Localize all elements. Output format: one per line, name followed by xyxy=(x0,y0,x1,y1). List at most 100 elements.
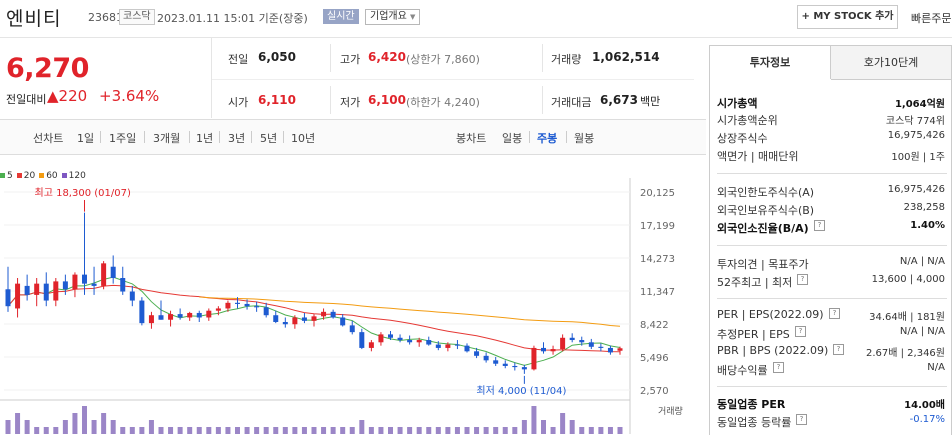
realtime-button[interactable]: 실시간 xyxy=(323,9,359,24)
candle-body xyxy=(454,344,460,346)
period-1w[interactable]: 1주일 xyxy=(109,130,136,146)
volume-bar xyxy=(579,427,585,434)
period-3m[interactable]: 3개월 xyxy=(153,130,180,146)
volume-bar xyxy=(263,427,269,434)
tab-invest-info[interactable]: 투자정보 xyxy=(710,46,831,79)
divider xyxy=(144,131,145,143)
open-label: 시가 xyxy=(228,96,249,109)
volume-bar xyxy=(110,420,116,434)
candle-body xyxy=(43,283,49,301)
volume-bar xyxy=(148,420,154,434)
candle-body xyxy=(378,334,384,343)
candle-daily[interactable]: 일봉 xyxy=(502,130,522,146)
help-icon[interactable]: ? xyxy=(814,220,825,231)
info-key: 상장주식수 xyxy=(717,132,768,145)
divider xyxy=(283,131,284,143)
candle-monthly[interactable]: 월봉 xyxy=(574,130,594,146)
divider xyxy=(330,44,331,72)
corp-info-label: 기업개요 xyxy=(370,11,407,22)
info-value: N/A xyxy=(927,362,945,373)
help-icon[interactable]: ? xyxy=(797,274,808,285)
quick-order-link[interactable]: 빠른주문 xyxy=(911,10,951,26)
period-5y[interactable]: 5년 xyxy=(260,130,277,146)
info-row: 시가총액 1,064억원 xyxy=(717,95,945,111)
info-key: 추정PER | EPS xyxy=(717,328,790,341)
volume-label: 거래량 xyxy=(658,405,683,417)
volume-bar xyxy=(158,427,164,434)
volume-bar xyxy=(531,406,537,434)
info-value: 16,975,426 xyxy=(887,130,945,141)
help-icon[interactable]: ? xyxy=(829,308,840,319)
volume-bar xyxy=(397,427,403,434)
info-row: 액면가 | 매매단위 100원 | 1주 xyxy=(717,148,945,164)
help-icon[interactable]: ? xyxy=(796,414,807,425)
candle-body xyxy=(445,344,451,348)
info-key: 시가총액 xyxy=(717,97,758,110)
candle-body xyxy=(474,351,480,356)
divider xyxy=(717,298,947,299)
chevron-down-icon: ▼ xyxy=(410,13,416,21)
period-1y[interactable]: 1년 xyxy=(196,130,213,146)
candle-body xyxy=(550,349,556,352)
candle-body xyxy=(560,337,566,350)
candle-body xyxy=(15,283,21,309)
volume-bar xyxy=(607,427,613,434)
corp-info-dropdown[interactable]: 기업개요 ▼ xyxy=(365,9,421,25)
candle-body xyxy=(110,266,116,279)
high-value: 6,420 xyxy=(368,50,406,64)
candle-body xyxy=(493,360,499,364)
period-3y[interactable]: 3년 xyxy=(228,130,245,146)
tab-orderbook-10[interactable]: 호가10단계 xyxy=(831,46,951,80)
candle-body xyxy=(397,337,403,341)
volume-label: 거래량 xyxy=(551,53,582,66)
info-row: PER | EPS(2022.09)? 34.64배 | 181원 xyxy=(717,308,945,324)
candle-body xyxy=(168,314,174,320)
volume-bar xyxy=(340,427,346,434)
volume-bar xyxy=(91,420,97,434)
candle-body xyxy=(206,310,212,318)
period-10y[interactable]: 10년 xyxy=(291,130,315,146)
info-value: N/A | N/A xyxy=(899,326,945,337)
candle-body xyxy=(158,315,164,320)
candle-body xyxy=(598,346,604,348)
candle-body xyxy=(254,306,260,308)
help-icon[interactable]: ? xyxy=(833,344,844,355)
candle-body xyxy=(244,303,250,307)
open-value: 6,110 xyxy=(258,93,296,107)
invest-info-panel: 투자정보 호가10단계 시가총액 1,064억원 시가총액순위 코스닥 774위 상장주… xyxy=(709,45,952,435)
low-value: 6,100 xyxy=(368,93,406,107)
divider xyxy=(717,173,947,174)
help-icon[interactable]: ? xyxy=(773,362,784,373)
volume-bar xyxy=(349,427,355,434)
price-chart[interactable]: 20,125 17,199 14,273 11,347 8,422 5,496 2,570 최… xyxy=(0,178,706,434)
volume-bar xyxy=(598,427,604,434)
info-row: 동일업종 PER 14.00배 xyxy=(717,396,945,412)
info-key: 52주최고 | 최저 xyxy=(717,276,793,289)
divider xyxy=(529,131,530,143)
candle-body xyxy=(349,325,355,333)
my-stock-add-button[interactable]: + MY STOCK 추가 xyxy=(797,5,898,29)
candle-body xyxy=(139,300,145,324)
candle-body xyxy=(368,342,374,348)
line-chart-label: 선차트 xyxy=(33,132,64,145)
info-value: 1.40% xyxy=(910,220,945,231)
candle-body xyxy=(617,348,623,351)
candle-weekly[interactable]: 주봉 xyxy=(537,130,557,146)
volume-bar xyxy=(196,427,202,434)
info-value: 34.64배 | 181원 xyxy=(869,312,945,323)
volume-bar xyxy=(426,427,432,434)
volume-bar xyxy=(445,427,451,434)
volume-bar xyxy=(474,427,480,434)
help-icon[interactable]: ? xyxy=(795,326,806,337)
high-annotation: 최고 18,300 (01/07) xyxy=(35,187,131,199)
candle-body xyxy=(148,315,154,324)
info-key: PBR | BPS (2022.09) xyxy=(717,344,829,357)
volume-bar xyxy=(53,427,59,434)
info-row: 외국인소진율(B/A)? 1.40% xyxy=(717,220,945,236)
volume-bar xyxy=(139,427,145,434)
prev-close-label: 전일 xyxy=(228,53,249,66)
volume-bar xyxy=(24,420,30,434)
period-1d[interactable]: 1일 xyxy=(77,130,94,146)
candle-body xyxy=(531,347,537,370)
volume-bar xyxy=(483,427,489,434)
